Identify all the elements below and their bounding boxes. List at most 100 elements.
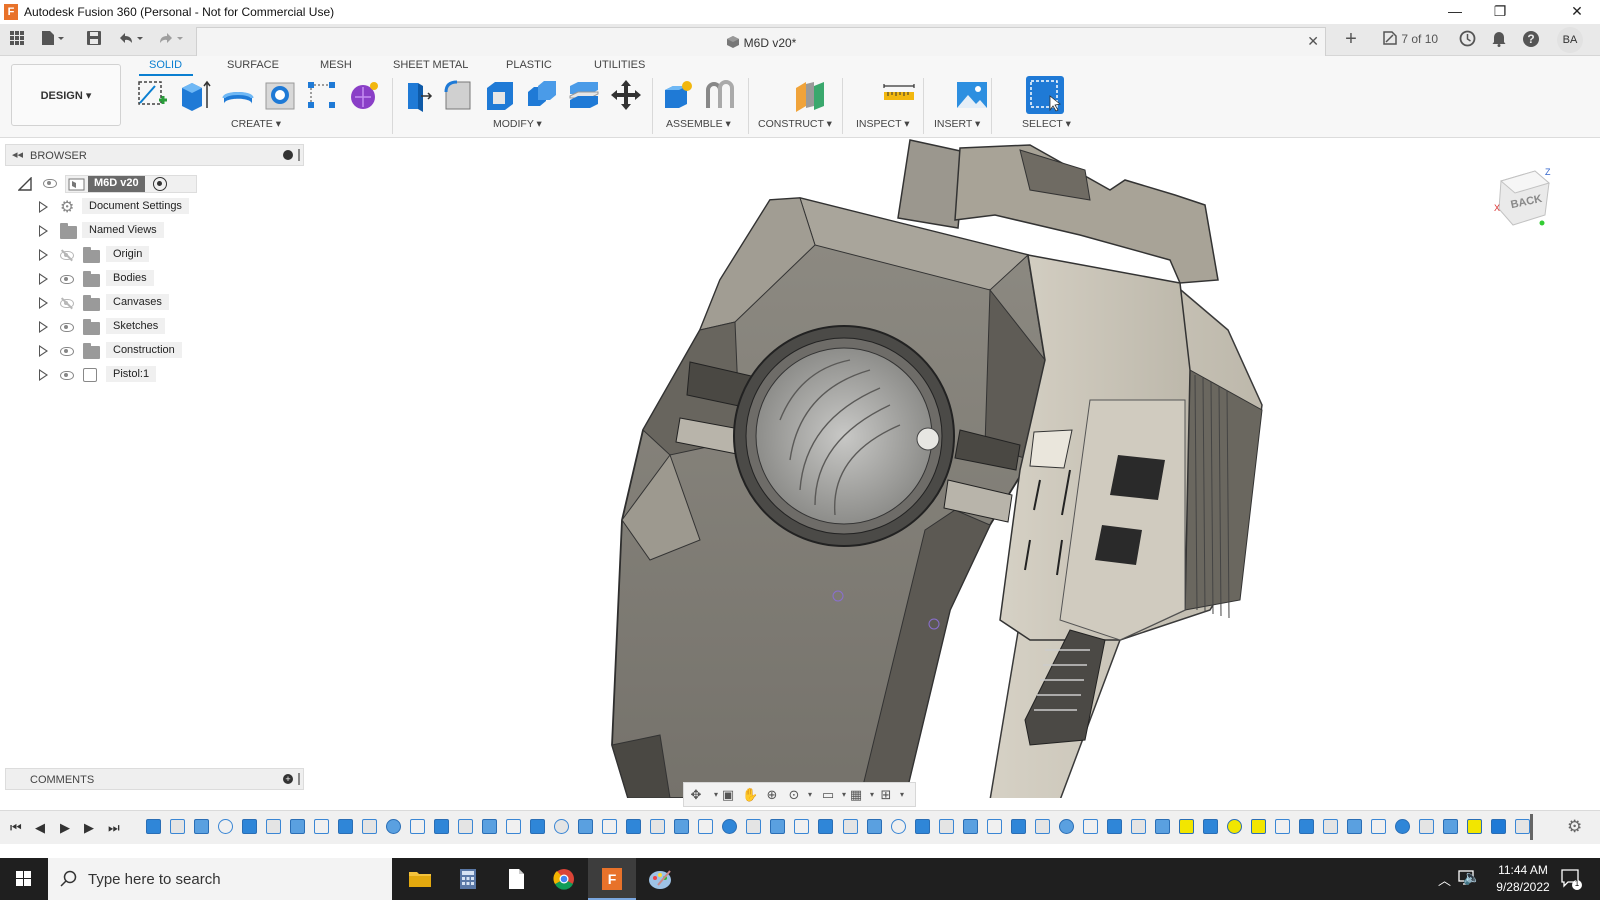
pattern-icon[interactable] xyxy=(305,78,339,112)
tab-sheet-metal[interactable]: SHEET METAL xyxy=(393,59,468,71)
go-to-start-button[interactable]: ⏮ xyxy=(10,820,22,836)
tab-solid[interactable]: SOLID xyxy=(149,59,182,71)
expand-triangle-icon[interactable] xyxy=(39,321,48,333)
notifications-bell-icon[interactable] xyxy=(1489,30,1509,50)
timeline-feature-icon[interactable] xyxy=(170,819,185,834)
modify-group-menu[interactable]: MODIFY ▾ xyxy=(493,118,542,130)
timeline-feature-icon[interactable] xyxy=(1347,819,1362,834)
timeline-feature-icon[interactable] xyxy=(194,819,209,834)
expand-triangle-icon[interactable] xyxy=(39,345,48,357)
inspect-group-menu[interactable]: INSPECT ▾ xyxy=(856,118,910,130)
visibility-eye-icon[interactable] xyxy=(60,275,74,284)
save-icon[interactable] xyxy=(84,30,104,50)
browser-resize-handle[interactable] xyxy=(298,149,300,161)
restore-button[interactable]: ❐ xyxy=(1477,0,1523,24)
select-group-menu[interactable]: SELECT ▾ xyxy=(1022,118,1071,130)
timeline-feature-icon[interactable] xyxy=(650,819,665,834)
timeline-feature-icon[interactable] xyxy=(1131,819,1146,834)
timeline-feature-icon[interactable] xyxy=(362,819,377,834)
file-explorer-taskbar-icon[interactable] xyxy=(396,858,444,900)
fusion360-taskbar-icon[interactable]: F xyxy=(588,858,636,900)
browser-item-construction[interactable]: Construction xyxy=(36,341,236,361)
press-pull-icon[interactable] xyxy=(400,78,434,112)
timeline-feature-icon[interactable] xyxy=(482,819,497,834)
orbit-icon[interactable]: ✥ xyxy=(688,787,704,802)
close-tab-button[interactable]: ✕ xyxy=(1307,33,1319,50)
fit-icon[interactable]: ⊙ xyxy=(786,787,802,802)
timeline-feature-icon[interactable] xyxy=(386,819,401,834)
timeline-feature-icon[interactable] xyxy=(1515,819,1530,834)
timeline-feature-icon[interactable] xyxy=(434,819,449,834)
go-to-end-button[interactable]: ⏭ xyxy=(108,820,120,836)
taskbar-clock[interactable]: 11:44 AM 9/28/2022 xyxy=(1483,862,1563,896)
insert-group-menu[interactable]: INSERT ▾ xyxy=(934,118,980,130)
viewports-icon[interactable]: ⊞ xyxy=(878,787,894,802)
close-window-button[interactable]: ✕ xyxy=(1554,0,1600,24)
browser-item-bodies[interactable]: Bodies xyxy=(36,269,236,289)
tab-plastic[interactable]: PLASTIC xyxy=(506,59,552,71)
timeline-feature-icon[interactable] xyxy=(1443,819,1458,834)
timeline-feature-icon[interactable] xyxy=(770,819,785,834)
grid-settings-icon[interactable]: ▦ xyxy=(848,787,864,802)
user-avatar[interactable]: BA xyxy=(1557,27,1583,53)
timeline-feature-icon[interactable] xyxy=(506,819,521,834)
zoom-icon[interactable]: ⊕ xyxy=(764,787,780,802)
undo-icon[interactable] xyxy=(115,30,147,50)
select-icon[interactable] xyxy=(1026,76,1064,114)
joint-icon[interactable] xyxy=(703,78,737,112)
collapse-triangle-icon[interactable] xyxy=(18,177,32,191)
timeline-feature-icon[interactable] xyxy=(242,819,257,834)
browser-item-sketches[interactable]: Sketches xyxy=(36,317,236,337)
new-component-icon[interactable] xyxy=(661,78,695,112)
timeline-feature-icon[interactable] xyxy=(1179,819,1194,834)
expand-triangle-icon[interactable] xyxy=(39,249,48,261)
timeline-feature-icon[interactable] xyxy=(963,819,978,834)
notepad-taskbar-icon[interactable] xyxy=(492,858,540,900)
timeline-feature-icon[interactable] xyxy=(458,819,473,834)
timeline-feature-icon[interactable] xyxy=(290,819,305,834)
workspace-switcher-button[interactable]: DESIGN ▾ xyxy=(11,64,121,126)
timeline-feature-icon[interactable] xyxy=(1491,819,1506,834)
assemble-group-menu[interactable]: ASSEMBLE ▾ xyxy=(666,118,731,130)
expand-triangle-icon[interactable] xyxy=(39,297,48,309)
file-menu-icon[interactable] xyxy=(38,30,68,50)
timeline-feature-icon[interactable] xyxy=(578,819,593,834)
timeline-feature-icon[interactable] xyxy=(843,819,858,834)
windows-start-button[interactable] xyxy=(0,858,48,900)
timeline-feature-icon[interactable] xyxy=(410,819,425,834)
browser-item-pistol-1[interactable]: Pistol:1 xyxy=(36,365,236,385)
timeline-feature-icon[interactable] xyxy=(891,819,906,834)
job-status[interactable]: 7 of 10 xyxy=(1382,30,1438,46)
timeline-feature-icon[interactable] xyxy=(1467,819,1482,834)
split-body-icon[interactable] xyxy=(567,78,601,112)
data-panel-grid-icon[interactable] xyxy=(6,30,28,50)
timeline-feature-icon[interactable] xyxy=(530,819,545,834)
clock-icon[interactable] xyxy=(1457,30,1477,50)
shell-icon[interactable] xyxy=(483,78,517,112)
timeline-feature-icon[interactable] xyxy=(602,819,617,834)
timeline-feature-icon[interactable] xyxy=(698,819,713,834)
timeline-marker[interactable] xyxy=(1530,814,1533,840)
look-at-icon[interactable]: ▣ xyxy=(720,787,736,802)
expand-triangle-icon[interactable] xyxy=(39,225,48,237)
add-comment-icon[interactable]: + xyxy=(283,774,293,784)
timeline-feature-icon[interactable] xyxy=(794,819,809,834)
timeline-feature-icon[interactable] xyxy=(266,819,281,834)
volume-icon[interactable]: 🔈 xyxy=(1463,869,1480,886)
action-center-icon[interactable]: 1 xyxy=(1560,868,1582,890)
insert-image-icon[interactable] xyxy=(955,78,989,112)
fillet-icon[interactable] xyxy=(441,78,475,112)
timeline-feature-icon[interactable] xyxy=(1275,819,1290,834)
viewports-dropdown-icon[interactable]: ▾ xyxy=(894,787,910,802)
combine-icon[interactable] xyxy=(525,78,559,112)
display-settings-icon[interactable]: ▭ xyxy=(820,787,836,802)
activate-component-radio[interactable] xyxy=(153,177,167,191)
timeline-settings-gear-icon[interactable]: ⚙ xyxy=(1567,817,1582,837)
browser-item-document-settings[interactable]: ⚙ Document Settings xyxy=(36,197,236,217)
timeline-feature-icon[interactable] xyxy=(939,819,954,834)
construct-group-menu[interactable]: CONSTRUCT ▾ xyxy=(758,118,832,130)
timeline-feature-icon[interactable] xyxy=(1035,819,1050,834)
timeline-feature-icon[interactable] xyxy=(1203,819,1218,834)
comments-resize-handle[interactable] xyxy=(298,773,300,785)
browser-item-origin[interactable]: Origin xyxy=(36,245,236,265)
